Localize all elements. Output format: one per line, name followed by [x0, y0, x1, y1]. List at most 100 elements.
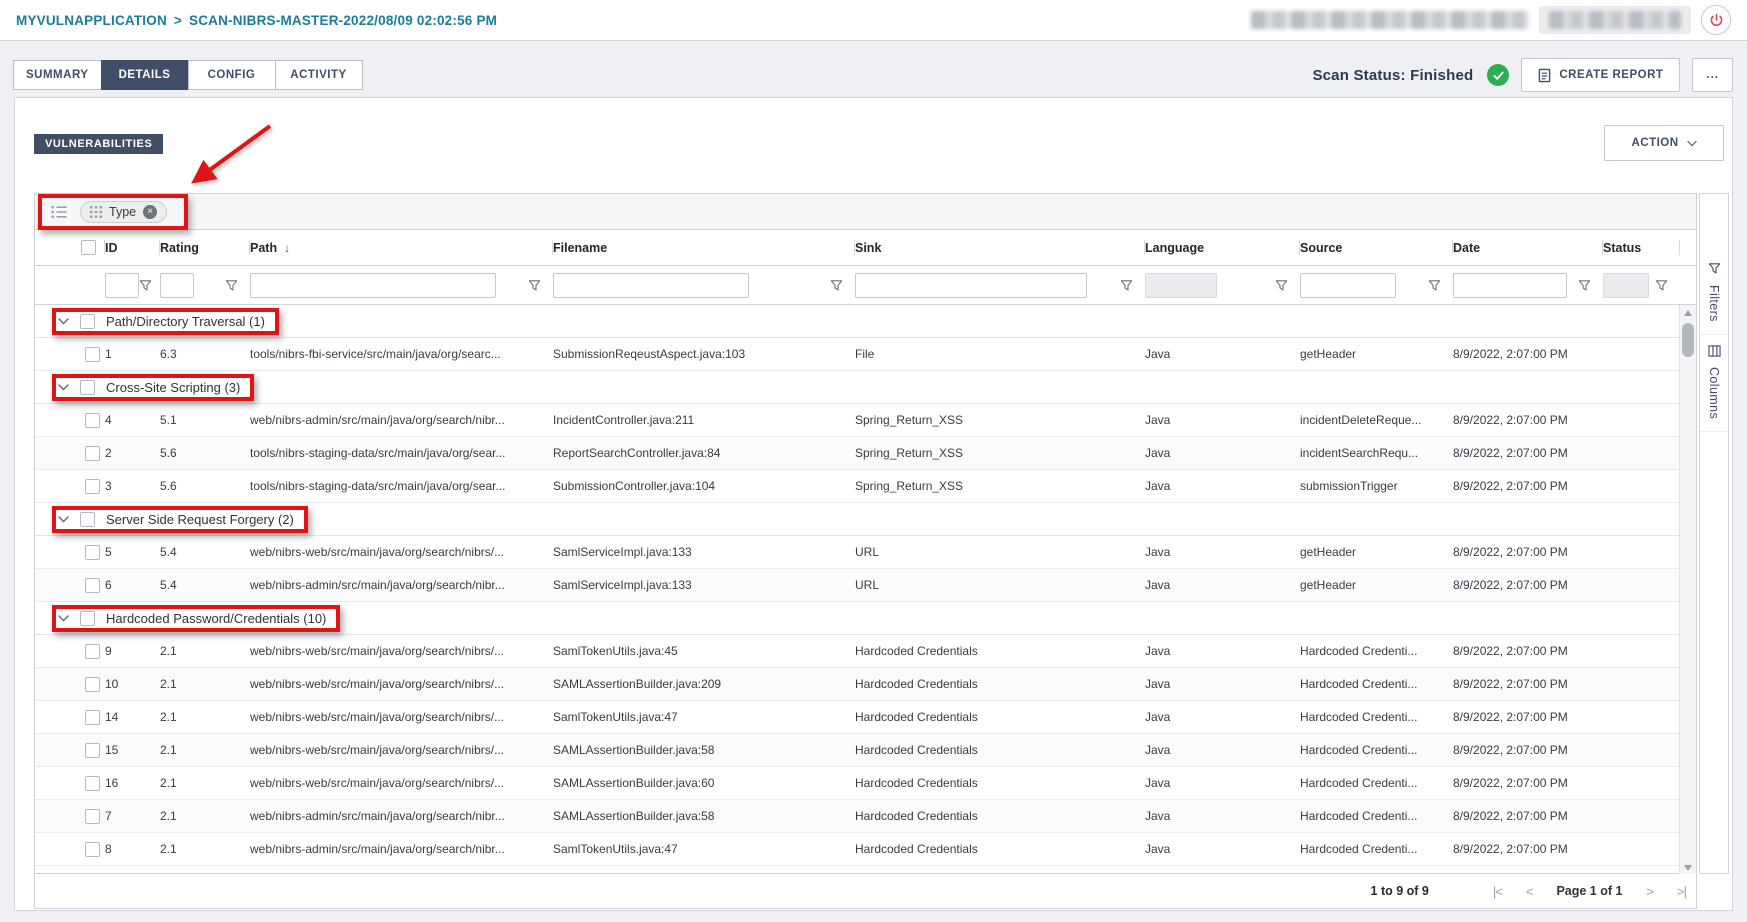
vulnerability-row[interactable]: 65.4web/nibrs-admin/src/main/java/org/se… [35, 569, 1681, 602]
vulnerability-row[interactable]: 152.1web/nibrs-web/src/main/java/org/sea… [35, 734, 1681, 767]
filter-funnel-icon[interactable] [830, 279, 843, 292]
action-button[interactable]: ACTION [1604, 125, 1724, 161]
group-checkbox[interactable] [80, 380, 95, 395]
vulnerability-row[interactable]: 142.1web/nibrs-web/src/main/java/org/sea… [35, 701, 1681, 734]
filter-cell-rating [160, 266, 250, 304]
vulnerability-row[interactable]: 55.4web/nibrs-web/src/main/java/org/sear… [35, 536, 1681, 569]
column-header-language[interactable]: Language [1145, 230, 1300, 265]
tab-config[interactable]: CONFIG [188, 60, 276, 90]
next-page-button[interactable]: > [1646, 884, 1653, 899]
group-row-server-side-request-forgery[interactable]: Server Side Request Forgery (2) [35, 503, 1681, 536]
cell-path: tools/nibrs-staging-data/src/main/java/o… [250, 446, 553, 460]
vulnerability-row[interactable]: 45.1web/nibrs-admin/src/main/java/org/se… [35, 404, 1681, 437]
group-checkbox[interactable] [80, 314, 95, 329]
column-header-id[interactable]: ID [105, 230, 160, 265]
group-label: Cross-Site Scripting (3) [106, 380, 240, 395]
column-header-sink[interactable]: Sink [855, 230, 1145, 265]
breadcrumb: MYVULNAPPLICATION>SCAN-NIBRS-MASTER-2022… [16, 13, 497, 28]
vulnerability-row[interactable]: 82.1web/nibrs-admin/src/main/java/org/se… [35, 833, 1681, 866]
row-checkbox[interactable] [85, 743, 100, 758]
filter-input-source[interactable] [1300, 273, 1396, 298]
vulnerabilities-badge: VULNERABILITIES [34, 134, 163, 154]
group-row-content: Server Side Request Forgery (2) [56, 509, 302, 530]
vulnerability-row[interactable]: 102.1web/nibrs-web/src/main/java/org/sea… [35, 668, 1681, 701]
tab-activity[interactable]: ACTIVITY [275, 60, 363, 90]
vulnerability-row[interactable]: 92.1web/nibrs-web/src/main/java/org/sear… [35, 635, 1681, 668]
column-header-date[interactable]: Date [1453, 230, 1603, 265]
group-row-path-directory-traversal[interactable]: Path/Directory Traversal (1) [35, 305, 1681, 338]
group-row-cross-site-scripting[interactable]: Cross-Site Scripting (3) [35, 371, 1681, 404]
vulnerability-row[interactable]: 35.6tools/nibrs-staging-data/src/main/ja… [35, 470, 1681, 503]
filter-funnel-icon[interactable] [1275, 279, 1288, 292]
row-checkbox[interactable] [85, 446, 100, 461]
cell-date: 8/9/2022, 2:07:00 PM [1453, 446, 1603, 460]
filter-input-date[interactable] [1453, 273, 1567, 298]
collapse-chevron-icon[interactable] [58, 615, 69, 622]
more-options-button[interactable]: ... [1692, 58, 1733, 92]
cell-id: 7 [105, 809, 160, 823]
select-all-checkbox[interactable] [81, 240, 96, 255]
filter-input-filename[interactable] [553, 273, 749, 298]
collapse-chevron-icon[interactable] [58, 384, 69, 391]
scroll-up-arrow[interactable] [1680, 305, 1696, 321]
row-checkbox[interactable] [85, 479, 100, 494]
breadcrumb-application[interactable]: MYVULNAPPLICATION [16, 13, 167, 28]
group-checkbox[interactable] [80, 611, 95, 626]
row-checkbox[interactable] [85, 545, 100, 560]
column-header-path[interactable]: Path↓ [250, 230, 553, 265]
create-report-button[interactable]: CREATE REPORT [1521, 58, 1680, 92]
filter-input-rating[interactable] [160, 273, 194, 298]
row-checkbox[interactable] [85, 842, 100, 857]
row-checkbox[interactable] [85, 776, 100, 791]
column-header-rating[interactable]: Rating [160, 230, 250, 265]
row-checkbox[interactable] [85, 677, 100, 692]
remove-group-icon[interactable]: × [143, 205, 157, 219]
row-checkbox[interactable] [85, 347, 100, 362]
row-checkbox[interactable] [85, 413, 100, 428]
group-row-hardcoded-password-credentials[interactable]: Hardcoded Password/Credentials (10) [35, 602, 1681, 635]
column-header-source[interactable]: Source [1300, 230, 1453, 265]
filter-cell-status [1603, 266, 1680, 304]
filter-funnel-icon[interactable] [1428, 279, 1441, 292]
cell-filename: SAMLAssertionBuilder.java:60 [553, 776, 855, 790]
vulnerability-row[interactable]: 16.3tools/nibrs-fbi-service/src/main/jav… [35, 338, 1681, 371]
filter-funnel-icon[interactable] [528, 279, 541, 292]
previous-page-button[interactable]: < [1526, 884, 1533, 899]
filter-cell-id [105, 266, 160, 304]
first-page-button[interactable]: |< [1493, 884, 1502, 899]
filter-input-sink[interactable] [855, 273, 1087, 298]
cell-language: Java [1145, 809, 1300, 823]
collapse-chevron-icon[interactable] [58, 318, 69, 325]
filter-funnel-icon[interactable] [139, 279, 152, 292]
vulnerability-row[interactable]: 25.6tools/nibrs-staging-data/src/main/ja… [35, 437, 1681, 470]
filter-funnel-icon[interactable] [1120, 279, 1133, 292]
filter-funnel-icon[interactable] [1578, 279, 1591, 292]
tab-details[interactable]: DETAILS [101, 60, 189, 90]
tab-summary[interactable]: SUMMARY [13, 60, 102, 90]
cell-language: Java [1145, 776, 1300, 790]
collapse-chevron-icon[interactable] [58, 516, 69, 523]
redacted-user-info [1251, 11, 1529, 29]
filter-input-path[interactable] [250, 273, 496, 298]
logout-power-button[interactable] [1701, 5, 1731, 35]
vulnerability-row[interactable]: 162.1web/nibrs-web/src/main/java/org/sea… [35, 767, 1681, 800]
cell-filename: ReportSearchController.java:84 [553, 446, 855, 460]
filter-funnel-icon[interactable] [1655, 279, 1668, 292]
side-tab-columns[interactable]: Columns [1700, 335, 1728, 432]
row-checkbox[interactable] [85, 578, 100, 593]
filter-input-id[interactable] [105, 273, 139, 298]
vertical-scrollbar[interactable] [1679, 305, 1696, 876]
last-page-button[interactable]: >| [1677, 884, 1686, 899]
vulnerability-row[interactable]: 72.1web/nibrs-admin/src/main/java/org/se… [35, 800, 1681, 833]
row-checkbox[interactable] [85, 644, 100, 659]
scrollbar-thumb[interactable] [1682, 323, 1694, 357]
side-tab-filters[interactable]: Filters [1700, 252, 1728, 335]
filter-funnel-icon[interactable] [225, 279, 238, 292]
column-header-filename[interactable]: Filename [553, 230, 855, 265]
cell-date: 8/9/2022, 2:07:00 PM [1453, 677, 1603, 691]
group-by-chip-type[interactable]: Type × [80, 201, 167, 223]
column-header-status[interactable]: Status [1603, 230, 1680, 265]
row-checkbox[interactable] [85, 809, 100, 824]
row-checkbox[interactable] [85, 710, 100, 725]
group-checkbox[interactable] [80, 512, 95, 527]
